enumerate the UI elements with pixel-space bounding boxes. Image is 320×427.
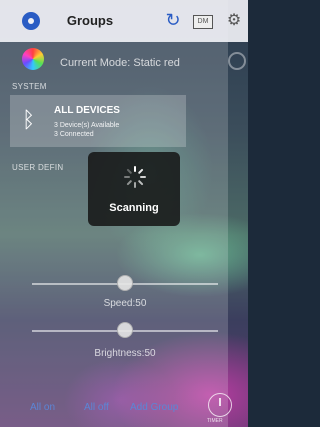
all-off-button[interactable]: All off (84, 402, 109, 413)
device-title: ALL DEVICES (54, 105, 120, 116)
add-group-button[interactable]: Add Group (130, 402, 178, 413)
device-available-count: 3 Device(s) Available (54, 122, 120, 129)
scanning-popup: Scanning (88, 152, 180, 226)
dm-button[interactable]: DM (193, 15, 213, 29)
timer-label: TIMER (207, 418, 223, 424)
device-connected-count: 3 Connected (54, 131, 94, 138)
mode-ring-icon[interactable] (228, 52, 246, 70)
brightness-label: Brightness:50 (94, 348, 156, 359)
color-wheel-icon[interactable] (22, 48, 44, 70)
brightness-slider-thumb[interactable] (117, 322, 133, 338)
bluetooth-icon: ᛒ (22, 107, 36, 132)
speed-label: Speed:50 (103, 298, 147, 309)
page-title: Groups (66, 13, 114, 28)
section-label-system: SYSTEM (12, 82, 47, 91)
speed-slider-thumb[interactable] (117, 275, 133, 291)
all-devices-row[interactable]: ᛒ ALL DEVICES 3 Device(s) Available 3 Co… (10, 95, 186, 147)
section-label-user-defined: USER DEFIN (12, 163, 64, 172)
spinner-icon (124, 166, 146, 188)
header-bar: Groups ↻ DM ⚙ (0, 0, 248, 42)
scanning-label: Scanning (109, 202, 159, 214)
all-on-button[interactable]: All on (30, 402, 55, 413)
gear-icon[interactable]: ⚙ (225, 12, 243, 30)
current-mode-text: Current Mode: Static red (60, 57, 180, 69)
refresh-icon[interactable]: ↻ (163, 9, 183, 31)
timer-icon[interactable] (208, 393, 232, 417)
